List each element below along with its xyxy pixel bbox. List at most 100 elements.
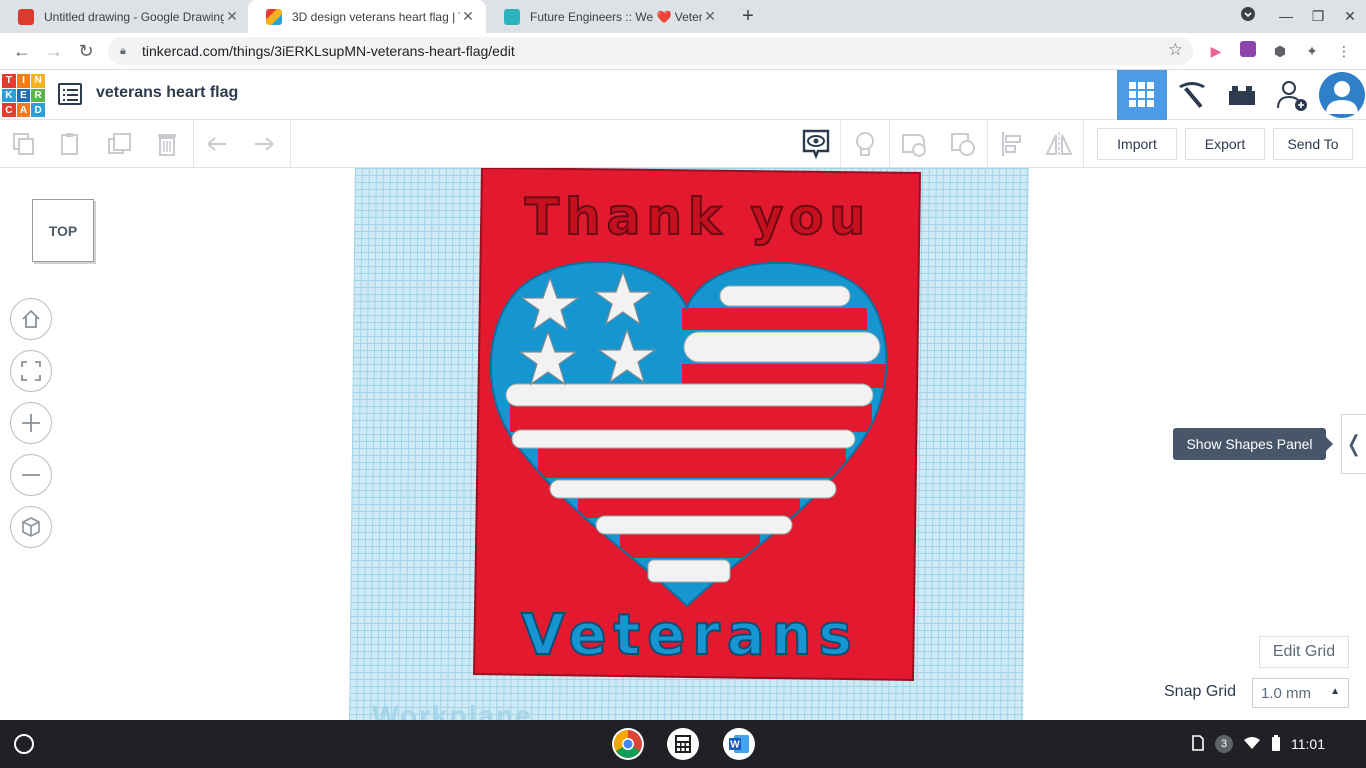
browser-tab-future-engineers[interactable]: Future Engineers :: We ❤️ Veterans ✕ bbox=[486, 0, 728, 33]
copy-button[interactable] bbox=[8, 128, 40, 160]
undo-button[interactable] bbox=[201, 128, 233, 160]
show-all-button[interactable] bbox=[800, 128, 832, 160]
workspace[interactable]: Workplane Thank you Veterans TOP Show Sh… bbox=[0, 168, 1366, 720]
group-button[interactable] bbox=[898, 128, 930, 160]
logo-letter: A bbox=[16, 103, 31, 117]
toolbar-divider bbox=[889, 120, 890, 168]
logo-letter: K bbox=[2, 88, 16, 103]
duplicate-button[interactable] bbox=[104, 128, 136, 160]
user-avatar-icon bbox=[1326, 81, 1358, 114]
snap-grid-select[interactable]: 1.0 mm ▲ bbox=[1252, 678, 1349, 708]
notification-count: 3 bbox=[1215, 735, 1233, 753]
close-tab-icon[interactable]: ✕ bbox=[460, 8, 476, 25]
copy-icon bbox=[13, 133, 34, 155]
align-button[interactable] bbox=[996, 128, 1028, 160]
chevron-left-icon: ❬ bbox=[1344, 431, 1364, 456]
send-to-button[interactable]: Send To bbox=[1273, 128, 1353, 160]
browser-tab-strip: Untitled drawing - Google Drawings ✕ 3D … bbox=[0, 0, 1366, 33]
lock-icon: 🔒︎ bbox=[120, 44, 126, 57]
heart-flag-design[interactable]: Thank you Veterans bbox=[470, 168, 925, 683]
launcher-icon[interactable] bbox=[14, 734, 34, 754]
address-bar[interactable]: 🔒︎ tinkercad.com/things/3iERKLsupMN-vete… bbox=[108, 37, 1193, 65]
svg-text:W: W bbox=[730, 740, 740, 751]
home-view-button[interactable] bbox=[10, 298, 52, 340]
add-user-icon bbox=[1277, 81, 1307, 111]
pickaxe-icon bbox=[1179, 82, 1205, 109]
logo-letter: E bbox=[16, 88, 31, 103]
chrome-menu-icon[interactable]: ⋮ bbox=[1334, 41, 1354, 61]
show-shapes-panel-button[interactable]: ❬ bbox=[1341, 414, 1366, 474]
notes-button[interactable] bbox=[849, 128, 881, 160]
lightbulb-icon bbox=[856, 132, 874, 156]
edit-grid-button[interactable]: Edit Grid bbox=[1259, 636, 1349, 668]
add-user-button[interactable] bbox=[1267, 70, 1317, 120]
restore-icon[interactable]: ❐ bbox=[1308, 6, 1328, 26]
brick-icon bbox=[1229, 86, 1255, 105]
design-title[interactable]: veterans heart flag bbox=[96, 84, 238, 102]
redo-button[interactable] bbox=[248, 128, 280, 160]
new-tab-button[interactable]: + bbox=[736, 4, 760, 28]
system-tray[interactable]: 3 11:01 bbox=[1191, 728, 1325, 760]
bricks-view-button[interactable] bbox=[1217, 70, 1267, 120]
export-button[interactable]: Export bbox=[1185, 128, 1265, 160]
workplane-label: Workplane bbox=[372, 700, 533, 720]
close-tab-icon[interactable]: ✕ bbox=[702, 8, 718, 25]
back-icon[interactable]: ← bbox=[10, 39, 34, 63]
design-menu-icon[interactable] bbox=[58, 83, 82, 105]
delete-button[interactable] bbox=[151, 128, 183, 160]
tab-title: Future Engineers :: We ❤️ Veterans bbox=[530, 9, 702, 24]
chrome-app-icon[interactable] bbox=[612, 728, 644, 760]
close-window-icon[interactable]: ✕ bbox=[1340, 6, 1360, 26]
extension-rw-icon[interactable] bbox=[1238, 41, 1258, 61]
extension-icon[interactable]: ▶ bbox=[1206, 41, 1226, 61]
logo-letter: R bbox=[31, 88, 45, 103]
mirror-icon bbox=[1045, 132, 1073, 156]
ungroup-button[interactable] bbox=[947, 128, 979, 160]
minecraft-view-button[interactable] bbox=[1167, 70, 1217, 120]
paste-icon bbox=[61, 133, 78, 155]
zoom-in-button[interactable] bbox=[10, 402, 52, 444]
minimize-icon[interactable]: — bbox=[1276, 6, 1296, 26]
bottom-text[interactable]: Veterans bbox=[520, 602, 859, 669]
close-tab-icon[interactable]: ✕ bbox=[224, 8, 240, 25]
view-cube[interactable]: TOP bbox=[32, 199, 94, 262]
tab-search-icon[interactable] bbox=[1238, 6, 1258, 26]
browser-tab-google-drawings[interactable]: Untitled drawing - Google Drawings ✕ bbox=[0, 0, 250, 33]
toolbar-divider bbox=[987, 120, 988, 168]
user-avatar[interactable] bbox=[1319, 72, 1365, 118]
fit-view-button[interactable] bbox=[10, 350, 52, 392]
caret-up-icon: ▲ bbox=[1330, 686, 1340, 697]
bookmark-star-icon[interactable]: ☆ bbox=[1168, 40, 1183, 60]
extensions-puzzle-icon[interactable]: ✦ bbox=[1302, 41, 1322, 61]
browser-tab-tinkercad[interactable]: 3D design veterans heart flag | Tinkerca… bbox=[248, 0, 486, 33]
cube-icon bbox=[22, 517, 40, 537]
os-shelf: W 3 11:01 bbox=[0, 720, 1366, 768]
show-shapes-tooltip: Show Shapes Panel bbox=[1173, 428, 1333, 460]
paste-button[interactable] bbox=[55, 128, 87, 160]
duplicate-icon bbox=[108, 133, 131, 154]
tab-title: Untitled drawing - Google Drawings bbox=[44, 9, 224, 24]
snap-grid-label: Snap Grid bbox=[1164, 683, 1237, 700]
forward-icon[interactable]: → bbox=[42, 39, 66, 63]
calculator-app-icon[interactable] bbox=[667, 728, 699, 760]
minus-icon bbox=[22, 474, 40, 476]
toolbar-divider bbox=[840, 120, 841, 168]
3d-design-view-button[interactable] bbox=[1117, 70, 1167, 120]
logo-letter: D bbox=[31, 103, 45, 117]
extension-shield-icon[interactable]: ⬢ bbox=[1270, 41, 1290, 61]
top-text[interactable]: Thank you bbox=[524, 187, 871, 247]
toolbar-divider bbox=[290, 120, 291, 168]
word-app-icon[interactable]: W bbox=[723, 728, 755, 760]
reload-icon[interactable]: ↻ bbox=[74, 39, 98, 63]
tinkercad-logo[interactable]: T I N K E R C A D bbox=[2, 74, 45, 117]
import-button[interactable]: Import bbox=[1097, 128, 1177, 160]
google-drawings-icon bbox=[18, 8, 34, 25]
zoom-out-button[interactable] bbox=[10, 454, 52, 496]
mirror-button[interactable] bbox=[1043, 128, 1075, 160]
clock: 11:01 bbox=[1291, 736, 1325, 752]
future-engineers-icon bbox=[504, 8, 520, 25]
perspective-button[interactable] bbox=[10, 506, 52, 548]
tinkercad-header: T I N K E R C A D veterans heart flag bbox=[0, 70, 1366, 120]
fit-view-icon bbox=[21, 361, 41, 381]
toolbar-divider bbox=[1083, 120, 1084, 168]
